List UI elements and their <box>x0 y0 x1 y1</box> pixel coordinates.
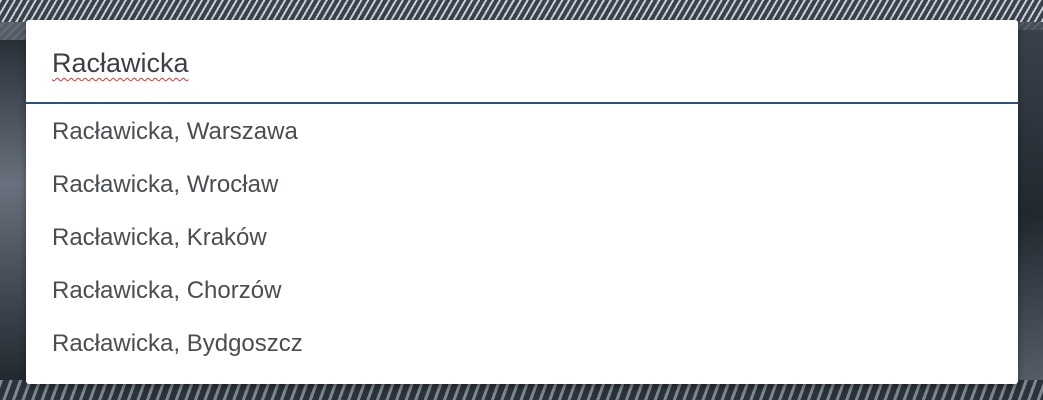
background-image-top <box>0 0 1043 22</box>
address-autocomplete-panel: Racławicka Racławicka, Warszawa Racławic… <box>26 20 1018 384</box>
suggestion-item-warszawa[interactable]: Racławicka, Warszawa <box>26 106 1018 159</box>
suggestion-list: Racławicka, Warszawa Racławicka, Wrocław… <box>26 106 1018 370</box>
suggestion-item-wroclaw[interactable]: Racławicka, Wrocław <box>26 159 1018 212</box>
suggestion-item-bydgoszcz[interactable]: Racławicka, Bydgoszcz <box>26 317 1018 370</box>
suggestion-item-krakow[interactable]: Racławicka, Kraków <box>26 212 1018 265</box>
suggestion-item-chorzow[interactable]: Racławicka, Chorzów <box>26 264 1018 317</box>
search-input[interactable] <box>52 44 952 84</box>
search-field-container: Racławicka <box>26 20 1018 104</box>
